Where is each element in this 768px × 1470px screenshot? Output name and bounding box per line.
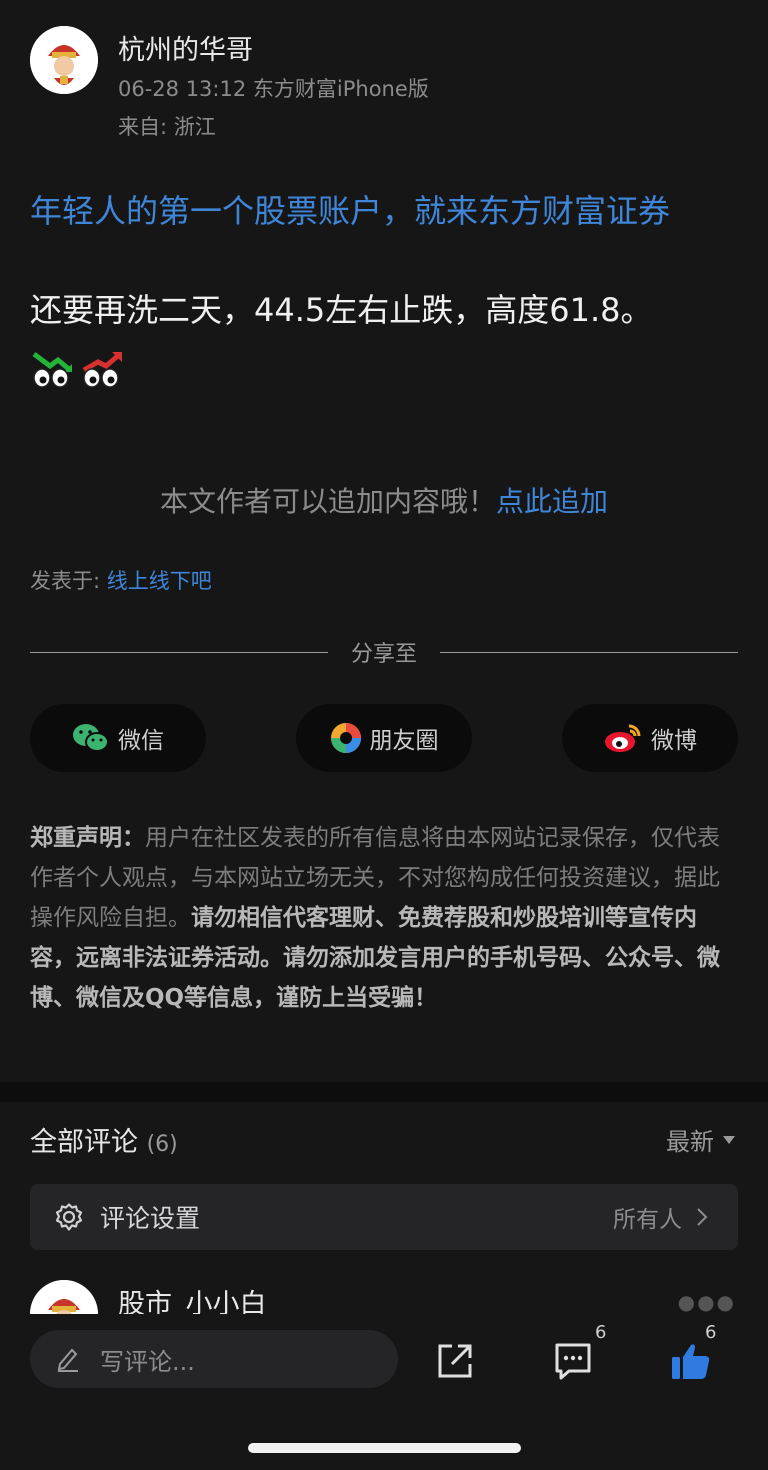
comment-settings-value: 所有人 (613, 1207, 682, 1233)
post-meta: 06-28 13:12 东方财富iPhone版 (118, 77, 429, 101)
like-button[interactable] (666, 1336, 716, 1386)
comments-header: 全部评论 (6) (30, 1120, 178, 1159)
share-weibo-button[interactable]: 微博 (562, 704, 738, 772)
green-arrow-eyes-icon (32, 352, 72, 388)
posted-board-link[interactable]: 线上线下吧 (107, 569, 212, 593)
emoji-row (30, 350, 124, 390)
section-separator (0, 1082, 768, 1102)
caret-down-icon (723, 1135, 735, 1144)
disclaimer: 郑重声明：用户在社区发表的所有信息将由本网站记录保存，仅代表作者个人观点，与本网… (30, 818, 740, 1018)
write-comment-placeholder: 写评论... (100, 1347, 195, 1376)
write-comment-input[interactable]: 写评论... (30, 1330, 398, 1388)
home-indicator[interactable] (248, 1443, 521, 1453)
append-text: 本文作者可以追加内容哦！ (159, 485, 496, 518)
promo-link[interactable]: 年轻人的第一个股票账户，就来东方财富证券 (30, 186, 670, 232)
wechat-icon (73, 724, 109, 752)
sort-dropdown[interactable]: 最新 (666, 1122, 736, 1157)
like-count-badge: 6 (705, 1322, 717, 1343)
more-options-icon[interactable]: ●●● (678, 1290, 736, 1314)
sort-label: 最新 (666, 1128, 714, 1156)
share-weibo-label: 微博 (651, 728, 697, 754)
share-wechat-label: 微信 (118, 728, 164, 754)
pencil-icon (57, 1348, 78, 1372)
share-icon (438, 1344, 472, 1378)
weibo-icon (605, 724, 641, 752)
disclaimer-title: 郑重声明： (30, 825, 145, 851)
comments-count: (6) (146, 1132, 178, 1157)
gear-icon (55, 1203, 83, 1231)
share-wechat-button[interactable]: 微信 (30, 704, 206, 772)
comment-settings-label: 评论设置 (100, 1204, 201, 1233)
comment-count-badge: 6 (595, 1322, 607, 1343)
thumbs-up-icon (672, 1344, 710, 1379)
comment-bubble-icon (555, 1343, 591, 1380)
moments-icon (330, 723, 361, 753)
posted-in: 发表于: 线上线下吧 (30, 565, 212, 595)
share-moments-label: 朋友圈 (369, 728, 439, 754)
chevron-right-icon (697, 1208, 708, 1226)
append-link[interactable]: 点此追加 (496, 485, 608, 518)
comments-title: 全部评论 (30, 1127, 138, 1158)
red-arrow-eyes-icon (82, 352, 122, 388)
comments-button[interactable] (548, 1336, 598, 1386)
append-prompt: 本文作者可以追加内容哦！点此追加 (0, 480, 768, 520)
author-avatar[interactable] (30, 26, 98, 94)
author-name[interactable]: 杭州的华哥 (118, 28, 253, 67)
share-moments-button[interactable]: 朋友圈 (296, 704, 472, 772)
posted-label: 发表于: (30, 569, 107, 593)
share-label: 分享至 (350, 642, 417, 667)
post-location: 来自: 浙江 (118, 115, 216, 139)
comment-settings-row[interactable]: 评论设置 所有人 (30, 1184, 738, 1250)
share-button[interactable] (430, 1336, 480, 1386)
post-body: 还要再洗二天，44.5左右止跌，高度61.8。 (30, 291, 653, 329)
